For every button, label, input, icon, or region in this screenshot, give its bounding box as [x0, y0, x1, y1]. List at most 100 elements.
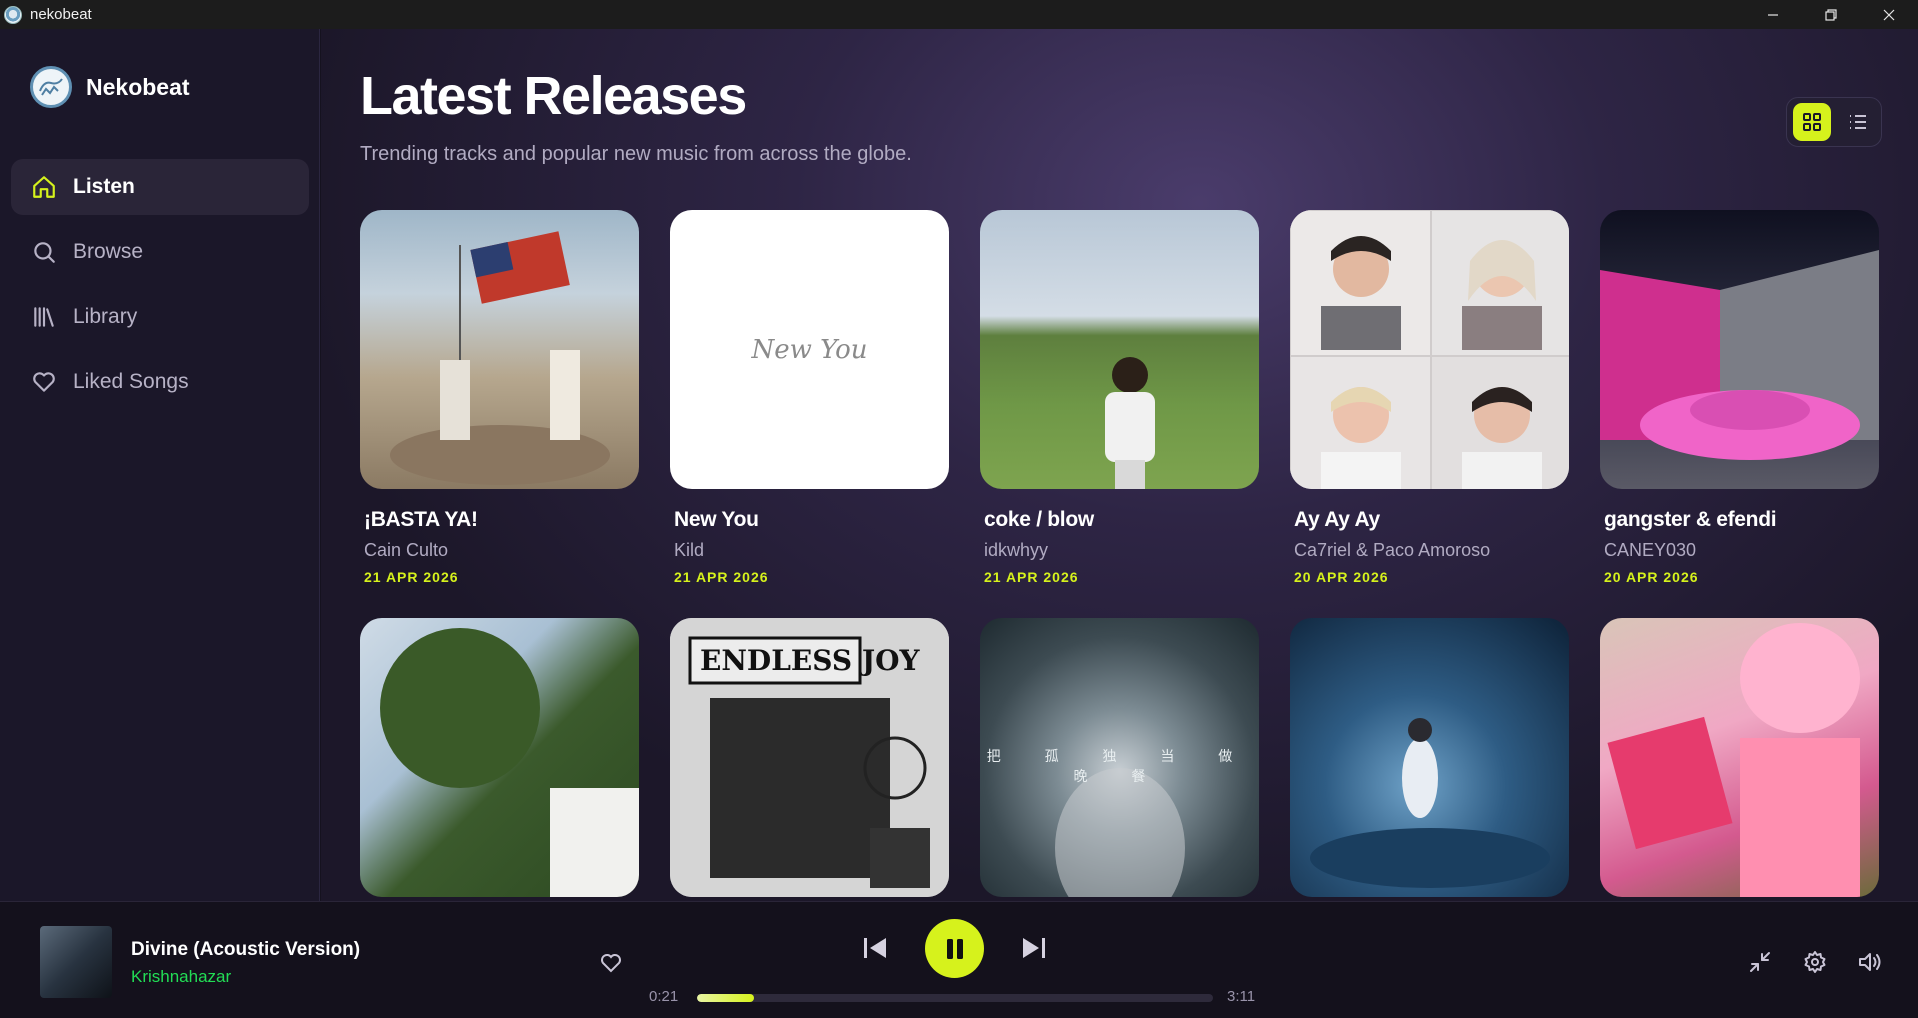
player-bar: Divine (Acoustic Version) Krishnahazar 0…: [0, 901, 1918, 1018]
release-card[interactable]: [1290, 618, 1569, 897]
release-card[interactable]: Ay Ay Ay Ca7riel & Paco Amoroso 20 APR 2…: [1290, 210, 1569, 585]
release-card[interactable]: [360, 618, 639, 897]
cover-text: ENDLESS JOY: [700, 644, 920, 677]
release-card[interactable]: coke / blow idkwhyy 21 APR 2026: [980, 210, 1259, 585]
grid-icon: [1803, 113, 1821, 131]
page-subtitle: Trending tracks and popular new music fr…: [360, 143, 912, 165]
album-cover[interactable]: [360, 210, 639, 489]
window-title: nekobeat: [30, 6, 92, 23]
list-view-button[interactable]: [1839, 103, 1877, 141]
seek-bar-fill: [697, 994, 754, 1002]
album-cover[interactable]: [1290, 210, 1569, 489]
release-card[interactable]: gangster & efendi CANEY030 20 APR 2026: [1600, 210, 1879, 585]
previous-button[interactable]: [861, 934, 889, 967]
release-title: Ay Ay Ay: [1294, 508, 1380, 531]
release-card[interactable]: [1600, 618, 1879, 897]
main-content[interactable]: Latest Releases Trending tracks and popu…: [321, 29, 1918, 901]
portrait-tile: [1290, 210, 1431, 356]
release-date: 21 APR 2026: [984, 569, 1079, 585]
seek-bar[interactable]: [697, 994, 1213, 1002]
portrait-tile: [1431, 356, 1569, 489]
current-time: 0:21: [649, 988, 679, 1005]
album-cover[interactable]: [980, 210, 1259, 489]
release-artist[interactable]: Ca7riel & Paco Amoroso: [1294, 540, 1569, 561]
release-card[interactable]: 把 孤 独 当 做 晚 餐: [980, 618, 1259, 897]
sidebar-item-browse[interactable]: Browse: [11, 224, 309, 280]
nekobeat-logo-icon: [30, 66, 72, 108]
minimize-button[interactable]: [1744, 0, 1802, 29]
release-card[interactable]: ¡BASTA YA! Cain Culto 21 APR 2026: [360, 210, 639, 585]
album-cover[interactable]: [1600, 618, 1879, 897]
sidebar-item-listen[interactable]: Listen: [11, 159, 309, 215]
release-artist[interactable]: Cain Culto: [364, 540, 639, 561]
grid-view-button[interactable]: [1793, 103, 1831, 141]
list-icon: [1850, 115, 1866, 129]
cover-text: New You: [751, 334, 868, 365]
release-date: 20 APR 2026: [1604, 569, 1699, 585]
tree-art: [380, 628, 639, 897]
brand[interactable]: Nekobeat: [30, 66, 190, 108]
app-icon: [4, 5, 22, 24]
search-icon: [34, 242, 55, 263]
volume-icon: [1858, 953, 1880, 971]
album-cover[interactable]: [1600, 210, 1879, 489]
figure-in-water-art: [1310, 718, 1550, 888]
release-card[interactable]: ENDLESS JOY: [670, 618, 949, 897]
window-controls: [1744, 0, 1918, 29]
volume-button[interactable]: [1842, 950, 1897, 974]
release-date: 21 APR 2026: [364, 569, 459, 585]
heart-icon: [33, 372, 55, 392]
release-artist[interactable]: CANEY030: [1604, 540, 1879, 561]
sidebar-item-liked-songs[interactable]: Liked Songs: [11, 354, 309, 410]
sidebar-nav: Listen Browse Library Liked Songs: [11, 159, 309, 419]
now-playing-title[interactable]: Divine (Acoustic Version): [131, 939, 360, 961]
gear-icon: [1804, 951, 1825, 973]
minimize-player-button[interactable]: [1732, 950, 1787, 974]
person-in-field-art: [1105, 357, 1155, 489]
sidebar-item-label: Browse: [73, 240, 144, 263]
sidebar-item-library[interactable]: Library: [11, 289, 309, 345]
total-time: 3:11: [1227, 988, 1256, 1005]
player-extra-controls: [1732, 950, 1897, 974]
settings-button[interactable]: [1787, 950, 1842, 974]
now-playing-cover[interactable]: [40, 926, 112, 998]
album-cover[interactable]: [360, 618, 639, 897]
skip-next-icon: [1023, 938, 1045, 958]
page-title: Latest Releases: [360, 66, 747, 126]
view-toggle: [1786, 97, 1882, 147]
release-artist[interactable]: idkwhyy: [984, 540, 1259, 561]
release-artist[interactable]: Kild: [674, 540, 949, 561]
close-icon: [1883, 9, 1895, 20]
release-title: coke / blow: [984, 508, 1094, 531]
heart-icon: [601, 954, 621, 973]
home-icon: [33, 176, 55, 198]
release-title: ¡BASTA YA!: [364, 508, 478, 531]
library-icon: [34, 307, 54, 327]
sidebar-item-label: Listen: [73, 175, 135, 198]
cover-text: 把 孤 独 当 做 晚 餐: [986, 748, 1253, 784]
release-date: 21 APR 2026: [674, 569, 769, 585]
album-cover[interactable]: [1290, 618, 1569, 897]
album-cover[interactable]: ENDLESS JOY: [670, 618, 949, 897]
sidebar: Nekobeat Listen Browse Library Liked Son…: [0, 29, 320, 901]
brand-name: Nekobeat: [86, 73, 190, 100]
portrait-tile: [1290, 356, 1431, 489]
release-date: 20 APR 2026: [1294, 569, 1389, 585]
skip-previous-icon: [864, 938, 886, 958]
pause-icon: [946, 938, 963, 959]
release-title: New You: [674, 508, 759, 531]
restore-button[interactable]: [1802, 0, 1860, 29]
pause-button[interactable]: [925, 919, 984, 978]
album-cover[interactable]: 把 孤 独 当 做 晚 餐: [980, 618, 1259, 897]
close-button[interactable]: [1860, 0, 1918, 29]
sidebar-item-label: Library: [73, 305, 138, 328]
now-playing-artist[interactable]: Krishnahazar: [131, 967, 231, 987]
pink-car-art: [1600, 250, 1879, 460]
collapse-icon: [1749, 952, 1770, 972]
minimize-icon: [1768, 13, 1778, 16]
release-card[interactable]: New You New You Kild 21 APR 2026: [670, 210, 949, 585]
like-button[interactable]: [598, 951, 624, 980]
next-button[interactable]: [1020, 934, 1048, 967]
window-titlebar: nekobeat: [0, 0, 1918, 29]
album-cover[interactable]: New You: [670, 210, 949, 489]
